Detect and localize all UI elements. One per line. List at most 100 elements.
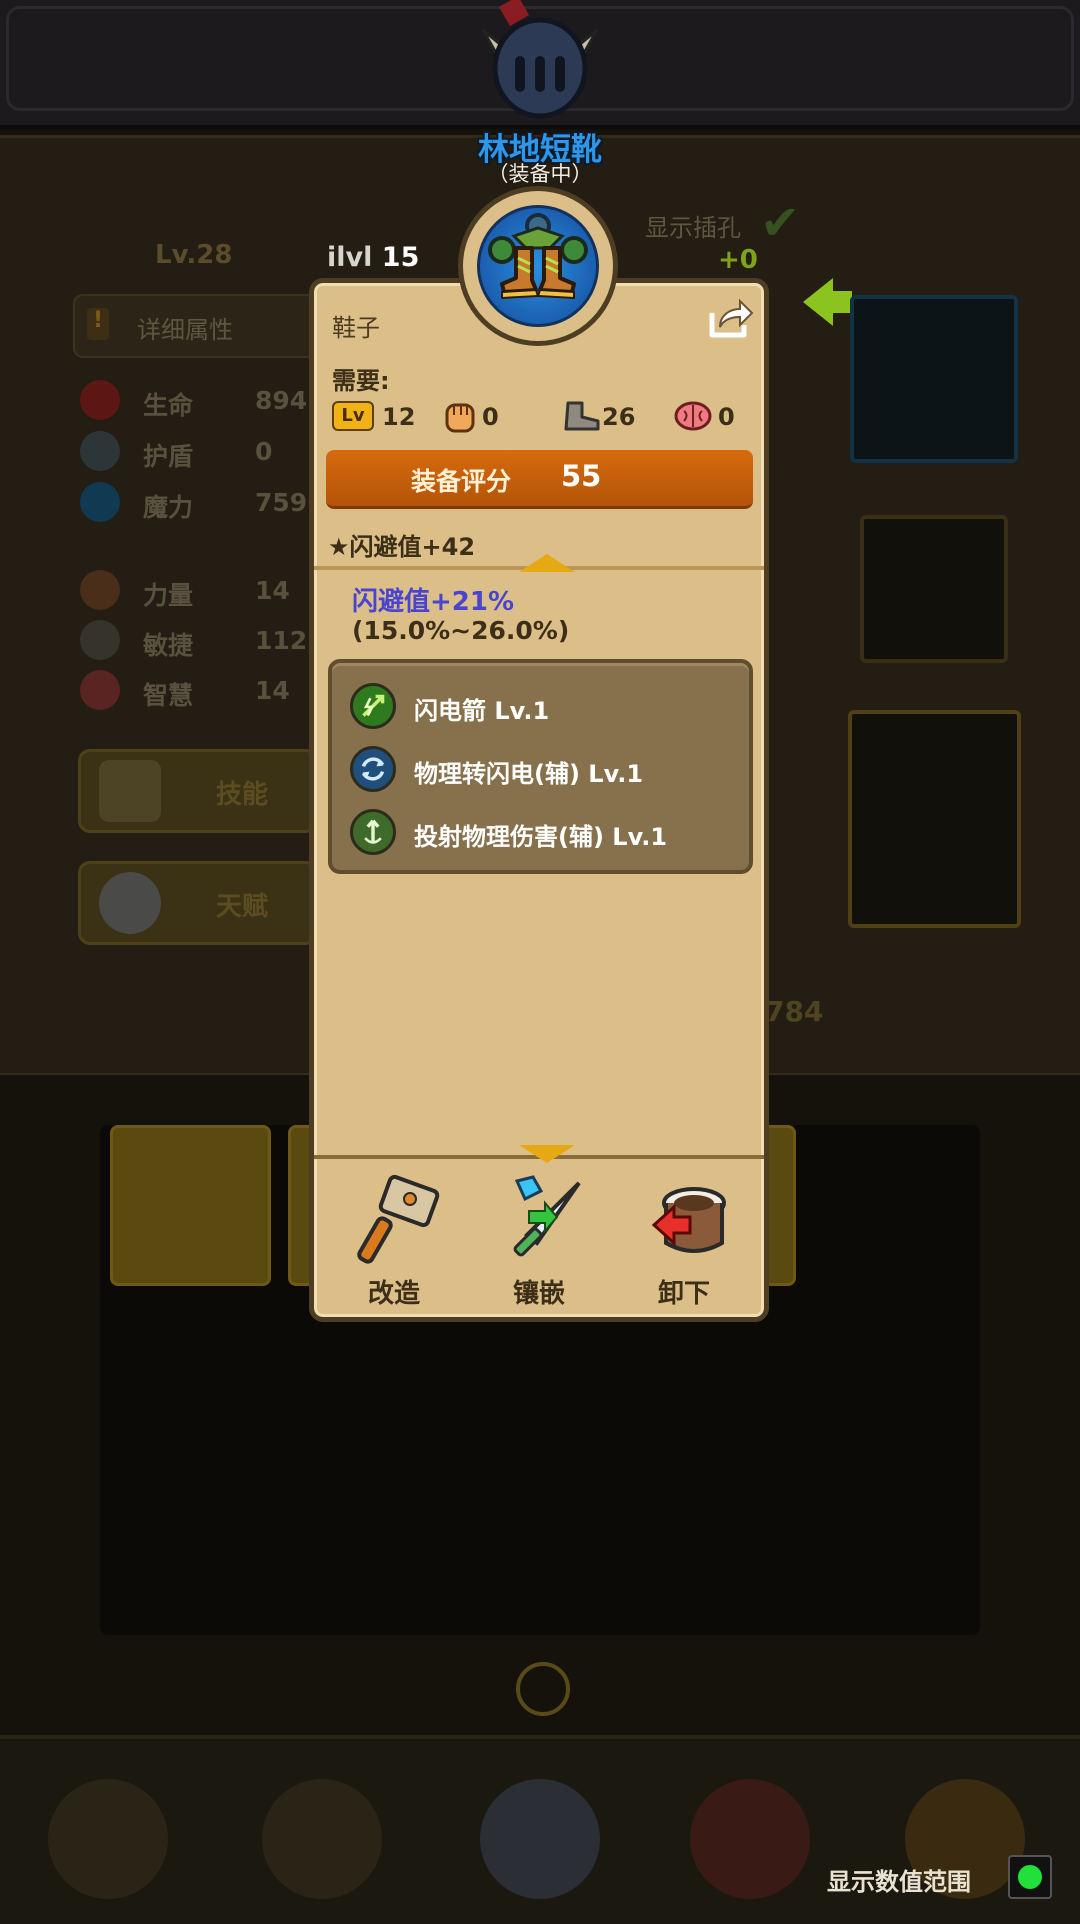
gear-score-value: 55 — [561, 459, 602, 493]
socket-label: 镶嵌 — [512, 1279, 565, 1309]
scroll-icon — [99, 760, 161, 822]
info-icon: ! — [87, 308, 109, 340]
stat-wisdom: 智慧 14 — [80, 670, 320, 710]
lightning-arrow-icon — [350, 683, 396, 729]
helmet-emblem-icon — [481, 0, 599, 119]
req-agility-value: 26 — [602, 403, 636, 431]
stat-value: 759 — [255, 488, 308, 517]
req-wisdom: 0 — [672, 397, 735, 437]
skills-button-label: 技能 — [216, 780, 269, 810]
campfire-nav-icon[interactable] — [48, 1779, 168, 1899]
base-affix: ★闪避值+42 — [328, 533, 476, 561]
show-range-toggle[interactable] — [1008, 1855, 1052, 1899]
loading-ring-icon — [516, 1662, 570, 1716]
skill-row[interactable]: 物理转闪电(辅) Lv.1 — [350, 744, 740, 794]
hammer-icon — [357, 1174, 440, 1264]
green-arrow-tail — [830, 291, 852, 313]
boot-icon — [564, 401, 600, 431]
unequip-button[interactable]: 卸下 — [624, 1173, 744, 1309]
skill-name: 投射物理伤害(辅) Lv.1 — [414, 823, 668, 851]
action-bar: 改造 镶嵌 卸下 — [314, 1163, 764, 1313]
bonus-affix-range: (15.0%~26.0%) — [352, 616, 570, 645]
ilvl-label: ilvl — [327, 242, 373, 273]
requirements-row: Lv 12 0 26 0 — [332, 397, 752, 437]
skill-name: 闪电箭 Lv.1 — [414, 697, 550, 725]
chevron-down-icon[interactable] — [519, 1145, 575, 1163]
stat-value: 14 — [255, 576, 290, 605]
stat-label: 智慧 — [143, 681, 194, 710]
level-badge-icon: Lv — [332, 401, 374, 431]
skills-button[interactable]: 技能 — [78, 749, 317, 833]
skill-name: 物理转闪电(辅) Lv.1 — [414, 760, 644, 788]
show-sockets-check-icon[interactable]: ✔ — [760, 195, 800, 251]
gear-score-bar: 装备评分 55 — [326, 450, 753, 509]
ilvl-value: 15 — [381, 242, 420, 273]
talent-button-label: 天赋 — [216, 892, 269, 922]
socket-button[interactable]: 镶嵌 — [479, 1173, 599, 1309]
show-range-label: 显示数值范围 — [827, 1868, 971, 1896]
skill-row[interactable]: 闪电箭 Lv.1 — [350, 681, 740, 731]
brain-icon — [80, 670, 120, 710]
fist-icon — [80, 570, 120, 610]
physical-to-lightning-icon — [350, 746, 396, 792]
stat-label: 力量 — [143, 581, 194, 610]
socketed-skills-box: 闪电箭 Lv.1 物理转闪电(辅) Lv.1 投射物理伤害(辅) Lv.1 — [328, 659, 753, 874]
skill-row[interactable]: 投射物理伤害(辅) Lv.1 — [350, 807, 740, 857]
crossed-swords-nav-icon[interactable] — [262, 1779, 382, 1899]
equip-slot-empty[interactable] — [860, 515, 1008, 663]
stat-label: 生命 — [143, 391, 194, 420]
stat-value: 112 — [255, 626, 308, 655]
stat-label: 护盾 — [143, 442, 194, 471]
requirements-label: 需要: — [332, 367, 390, 395]
stat-shield: 护盾 0 — [80, 431, 320, 471]
stat-mana: 魔力 759 — [80, 482, 320, 522]
stat-strength: 力量 14 — [80, 570, 320, 610]
reforge-button[interactable]: 改造 — [334, 1173, 454, 1309]
item-detail-card: 鞋子 需要: Lv 12 0 26 0 装备评分 55 ★闪避值+42 闪避值+… — [309, 278, 769, 1322]
boots-icon — [488, 213, 588, 300]
stat-value: 14 — [255, 676, 290, 705]
power-value: 784 — [765, 995, 824, 1028]
detail-attributes-button[interactable]: ! 详细属性 — [73, 294, 317, 358]
chevron-up-icon[interactable] — [519, 554, 575, 572]
item-level: ilvl 15 — [327, 242, 419, 273]
stat-value: 894 — [255, 386, 308, 415]
bonus-affix: 闪避值+21% — [352, 587, 515, 617]
item-icon-frame — [477, 205, 599, 327]
item-medallion — [458, 186, 618, 346]
stat-life: 生命 894 — [80, 380, 320, 420]
gem-sword-icon — [513, 1175, 581, 1257]
req-wisdom-value: 0 — [718, 403, 735, 431]
unequip-icon — [651, 1187, 726, 1253]
detail-attributes-label: 详细属性 — [137, 316, 233, 344]
req-agility: 26 — [560, 397, 635, 437]
stat-label: 魔力 — [143, 493, 194, 522]
brain-icon — [674, 401, 712, 431]
fist-icon — [445, 403, 475, 433]
boot-icon — [80, 620, 120, 660]
talent-button[interactable]: 天赋 — [78, 861, 317, 945]
character-level: Lv.28 — [155, 240, 233, 270]
green-arrow-icon — [803, 278, 833, 326]
target-nav-icon[interactable] — [690, 1779, 810, 1899]
heart-icon — [80, 380, 120, 420]
stone-icon — [99, 872, 161, 934]
upgrade-plus-value: +0 — [718, 245, 758, 275]
stat-agility: 敏捷 112 — [80, 620, 320, 660]
inventory-item-belt[interactable] — [110, 1125, 271, 1286]
equip-slot-belt[interactable] — [850, 295, 1018, 463]
shield-icon — [80, 431, 120, 471]
share-icon[interactable] — [706, 297, 756, 341]
stat-label: 敏捷 — [143, 631, 194, 660]
req-level-value: 12 — [382, 403, 416, 431]
show-sockets-label[interactable]: 显示插孔 — [645, 208, 741, 243]
reforge-label: 改造 — [367, 1279, 420, 1309]
item-type: 鞋子 — [332, 314, 380, 342]
water-drop-icon — [80, 482, 120, 522]
gear-score-label: 装备评分 — [411, 467, 512, 496]
equip-slot-quiver[interactable] — [848, 710, 1021, 928]
stat-value: 0 — [255, 437, 273, 466]
helmet-nav-icon[interactable] — [480, 1779, 600, 1899]
req-strength-value: 0 — [482, 403, 499, 431]
unequip-label: 卸下 — [657, 1279, 710, 1309]
